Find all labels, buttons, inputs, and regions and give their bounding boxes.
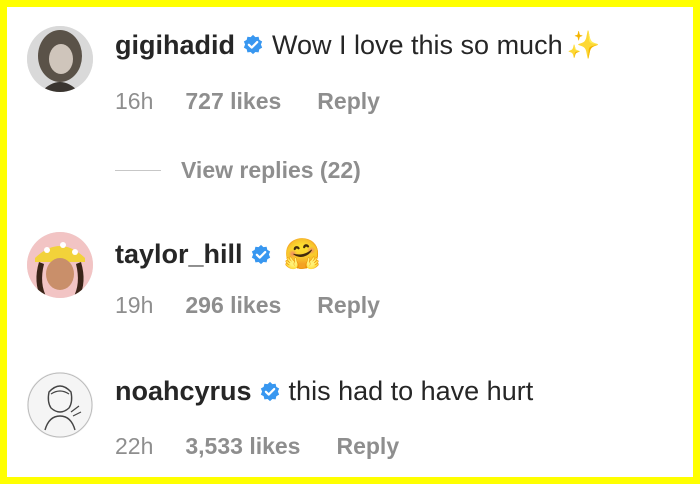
verified-badge-icon	[259, 381, 281, 403]
likes-count[interactable]: 3,533 likes	[185, 433, 300, 460]
sparkles-icon: ✨	[566, 30, 601, 60]
timestamp[interactable]: 16h	[115, 88, 153, 115]
view-replies-button[interactable]: View replies (22)	[115, 157, 361, 184]
avatar-photo-icon	[27, 232, 93, 298]
username[interactable]: noahcyrus	[115, 376, 252, 407]
comment-line: taylor_hill 🤗	[115, 237, 321, 272]
hugging-face-icon: 🤗	[283, 238, 321, 271]
avatar[interactable]	[27, 232, 93, 298]
reply-button[interactable]: Reply	[317, 88, 380, 115]
divider	[115, 170, 161, 171]
comment-text: this had to have hurt	[288, 376, 534, 406]
reply-button[interactable]: Reply	[317, 292, 380, 319]
avatar-photo-icon	[27, 26, 93, 92]
username[interactable]: taylor_hill	[115, 239, 243, 270]
username[interactable]: gigihadid	[115, 30, 235, 61]
avatar-sketch-icon	[27, 372, 93, 438]
comment-meta: 19h 296 likes Reply	[115, 292, 380, 319]
comment-meta: 22h 3,533 likes Reply	[115, 433, 399, 460]
verified-badge-icon	[242, 34, 264, 56]
comment-meta: 16h 727 likes Reply	[115, 88, 380, 115]
avatar[interactable]	[27, 372, 93, 438]
comment-text: Wow I love this so much	[271, 29, 563, 60]
likes-count[interactable]: 296 likes	[185, 292, 281, 319]
comment-line: gigihadid Wow I love this so much ✨	[115, 29, 600, 61]
reply-button[interactable]: Reply	[336, 433, 399, 460]
avatar[interactable]	[27, 26, 93, 92]
verified-badge-icon	[250, 244, 272, 266]
comment-line: noahcyrus this had to have hurt	[115, 376, 533, 407]
timestamp[interactable]: 22h	[115, 433, 153, 460]
comments-panel: gigihadid Wow I love this so much ✨ 16h …	[7, 7, 693, 477]
likes-count[interactable]: 727 likes	[185, 88, 281, 115]
timestamp[interactable]: 19h	[115, 292, 153, 319]
view-replies-label: View replies (22)	[181, 157, 361, 183]
